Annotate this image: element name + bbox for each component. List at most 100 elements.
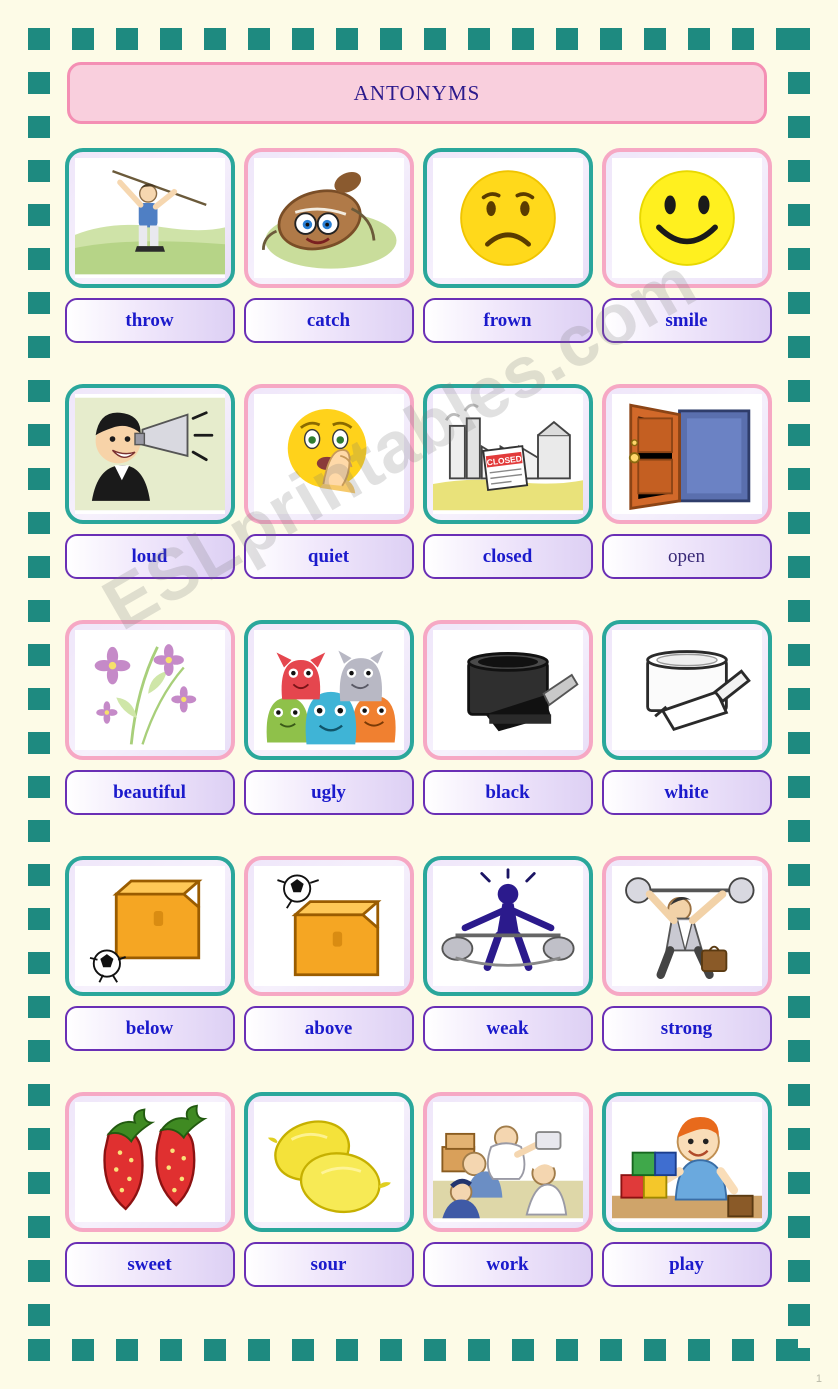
football-catch-icon xyxy=(253,158,404,278)
word-label-box: above xyxy=(243,1006,414,1051)
picture-frame xyxy=(601,856,772,996)
antonym-card: strong xyxy=(597,856,776,1092)
antonym-row: beautiful ugly black white xyxy=(60,620,778,856)
picture-frame xyxy=(243,384,414,524)
picture-frame xyxy=(64,1092,235,1232)
antonym-card: smile xyxy=(597,148,776,384)
word-label-box: smile xyxy=(601,298,772,343)
word-label: below xyxy=(125,1017,174,1039)
word-label-box: sour xyxy=(243,1242,414,1287)
ball-above-box-icon xyxy=(253,866,404,986)
antonym-card: white xyxy=(597,620,776,856)
ball-below-box-icon xyxy=(74,866,225,986)
picture-frame xyxy=(422,1092,593,1232)
border-left xyxy=(28,28,50,1361)
word-label: ugly xyxy=(311,781,346,803)
word-label-box: black xyxy=(422,770,593,815)
word-label: quiet xyxy=(307,545,350,567)
worksheet-content: ANTONYMS throw catch frown smile loud qu… xyxy=(50,50,788,1339)
word-label: above xyxy=(304,1017,353,1039)
strong-lifter-icon xyxy=(611,866,762,986)
word-label: play xyxy=(669,1253,704,1275)
antonym-card: work xyxy=(418,1092,597,1328)
antonym-card: catch xyxy=(239,148,418,384)
antonym-row: below above weak strong xyxy=(60,856,778,1092)
word-label: sweet xyxy=(127,1253,172,1275)
word-label-box: quiet xyxy=(243,534,414,579)
smiling-face-icon xyxy=(611,158,762,278)
frowning-face-icon xyxy=(432,158,583,278)
picture-frame xyxy=(422,148,593,288)
antonym-card: CLOSED closed xyxy=(418,384,597,620)
man-megaphone-icon xyxy=(74,394,225,514)
word-label: work xyxy=(486,1253,529,1275)
word-label-box: open xyxy=(601,534,772,579)
antonym-card: sweet xyxy=(60,1092,239,1328)
word-label: loud xyxy=(131,545,168,567)
word-label: weak xyxy=(486,1017,529,1039)
picture-frame: CLOSED xyxy=(422,384,593,524)
word-label: white xyxy=(664,781,709,803)
word-label: beautiful xyxy=(113,781,186,803)
ugly-monsters-icon xyxy=(253,630,404,750)
word-label: sour xyxy=(310,1253,347,1275)
closed-factory-icon: CLOSED xyxy=(432,394,583,514)
lemons-icon xyxy=(253,1102,404,1222)
word-label-box: sweet xyxy=(64,1242,235,1287)
worksheet-page: ANTONYMS throw catch frown smile loud qu… xyxy=(0,0,838,1389)
word-label: throw xyxy=(125,309,174,331)
picture-frame xyxy=(243,620,414,760)
antonym-card: above xyxy=(239,856,418,1092)
word-label-box: strong xyxy=(601,1006,772,1051)
picture-frame xyxy=(422,856,593,996)
antonym-card: ugly xyxy=(239,620,418,856)
antonym-card: black xyxy=(418,620,597,856)
strawberries-icon xyxy=(74,1102,225,1222)
word-label: strong xyxy=(660,1017,713,1039)
picture-frame xyxy=(601,1092,772,1232)
weak-lifter-icon xyxy=(432,866,583,986)
antonym-card: beautiful xyxy=(60,620,239,856)
white-paint-can-icon xyxy=(611,630,762,750)
antonym-card: open xyxy=(597,384,776,620)
word-label-box: throw xyxy=(64,298,235,343)
antonym-row: sweet sour work play xyxy=(60,1092,778,1328)
picture-frame xyxy=(243,856,414,996)
page-title: ANTONYMS xyxy=(353,80,481,105)
picture-frame xyxy=(601,148,772,288)
word-label-box: catch xyxy=(243,298,414,343)
word-label: closed xyxy=(482,545,533,567)
picture-frame xyxy=(601,620,772,760)
word-label-box: weak xyxy=(422,1006,593,1051)
flowers-icon xyxy=(74,630,225,750)
picture-frame xyxy=(64,620,235,760)
shushing-face-icon xyxy=(253,394,404,514)
antonym-card: play xyxy=(597,1092,776,1328)
workers-icon xyxy=(432,1102,583,1222)
word-label: catch xyxy=(306,309,351,331)
word-label: open xyxy=(668,545,705,567)
word-label-box: white xyxy=(601,770,772,815)
antonym-card: frown xyxy=(418,148,597,384)
title-banner: ANTONYMS xyxy=(67,62,767,124)
antonym-card: quiet xyxy=(239,384,418,620)
word-label-box: below xyxy=(64,1006,235,1051)
boy-blocks-icon xyxy=(611,1102,762,1222)
picture-frame xyxy=(64,384,235,524)
picture-frame xyxy=(64,856,235,996)
word-label-box: play xyxy=(601,1242,772,1287)
word-label: black xyxy=(485,781,530,803)
picture-frame xyxy=(422,620,593,760)
antonym-card: throw xyxy=(60,148,239,384)
border-top xyxy=(28,28,810,50)
picture-frame xyxy=(243,148,414,288)
border-bottom xyxy=(28,1339,810,1361)
word-label-box: loud xyxy=(64,534,235,579)
javelin-thrower-icon xyxy=(74,158,225,278)
word-label-box: frown xyxy=(422,298,593,343)
antonym-card: weak xyxy=(418,856,597,1092)
word-label-box: ugly xyxy=(243,770,414,815)
word-label: smile xyxy=(665,309,708,331)
antonym-grid: throw catch frown smile loud quiet CLOSE… xyxy=(60,148,778,1328)
antonym-row: throw catch frown smile xyxy=(60,148,778,384)
